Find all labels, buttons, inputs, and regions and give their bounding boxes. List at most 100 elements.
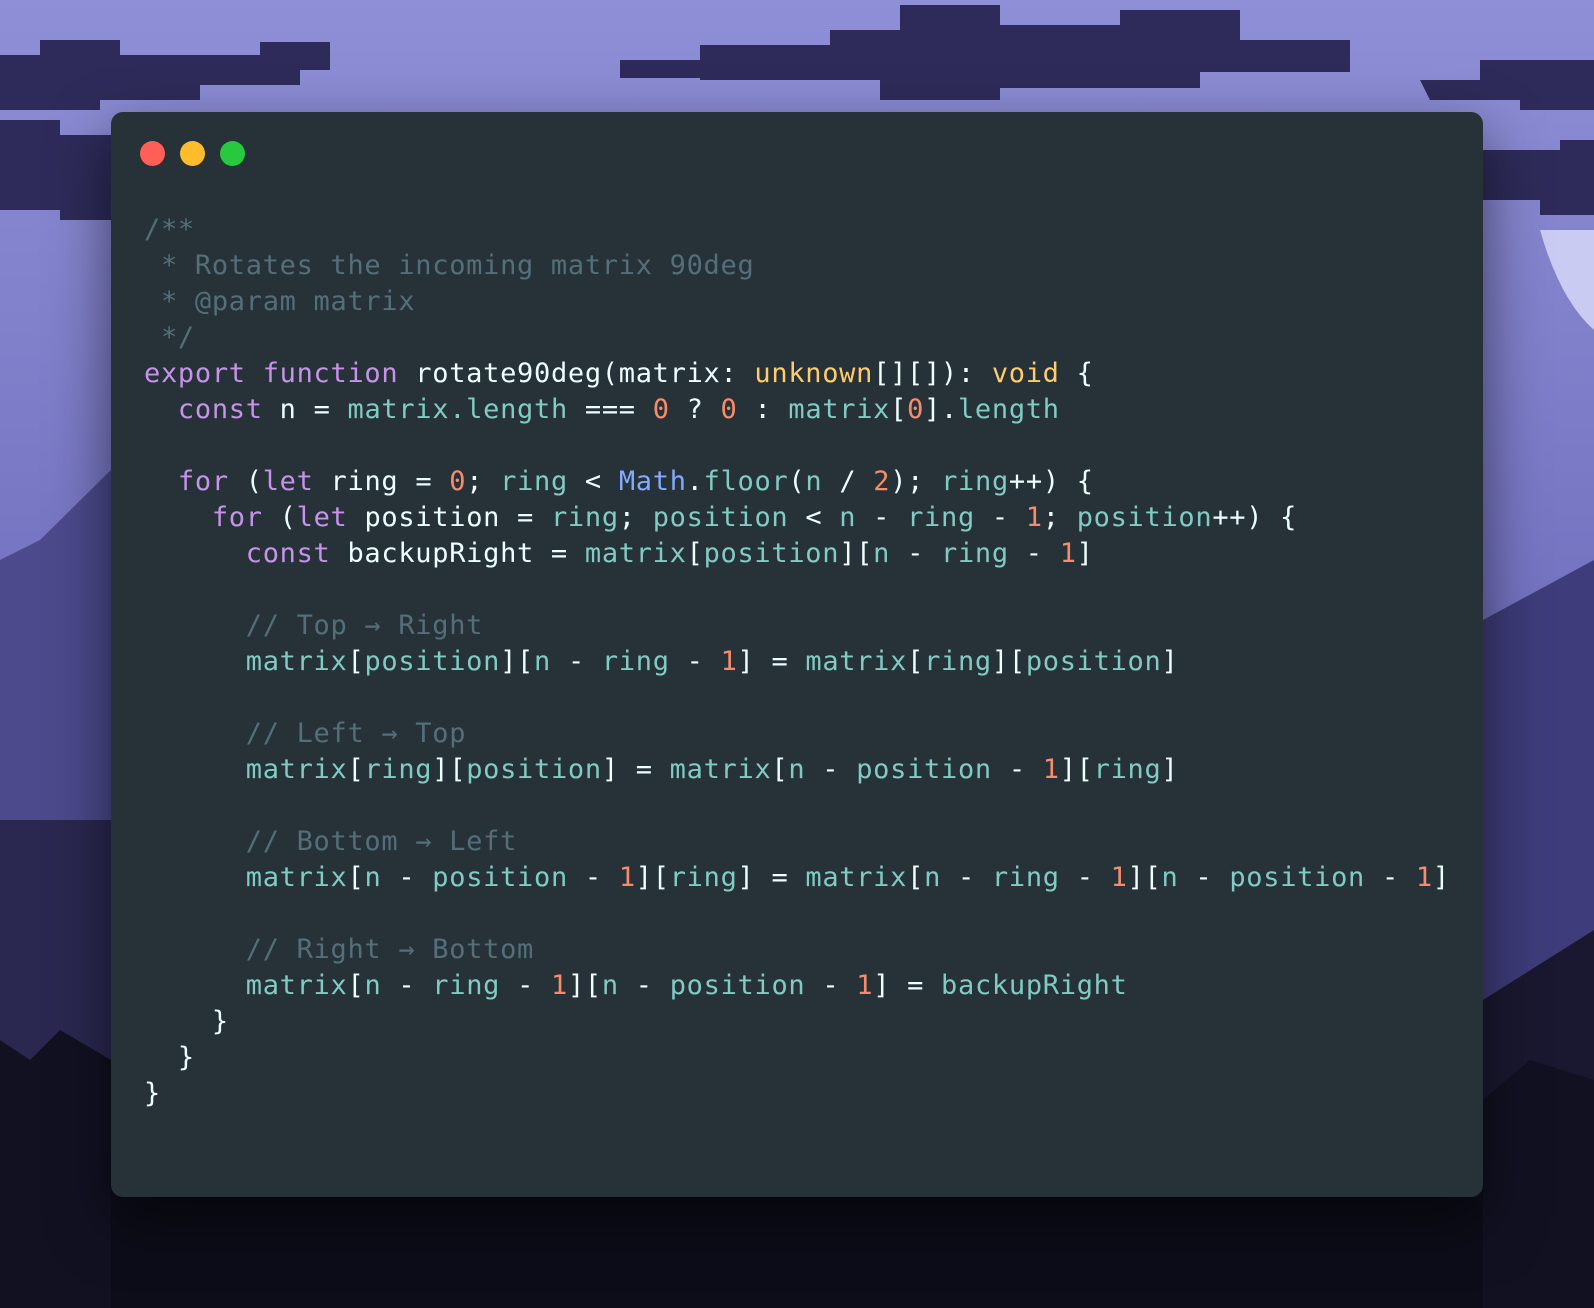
code-token-var: matrix [805,646,908,677]
zoom-button[interactable] [220,141,245,166]
code-token-number: 0 [720,394,738,425]
code-token-plain: ] [1076,538,1094,569]
code-token-var: matrix [245,862,348,893]
code-token-plain: [ [890,394,908,425]
code-token-var: n [873,538,891,569]
code-token-plain: ( [262,502,297,533]
code-token-plain: ++) { [1212,502,1298,533]
code-line: /** [144,212,1450,248]
code-token-var: n [534,646,551,677]
code-token-var: n [601,970,619,1001]
code-token-plain: - [550,646,602,677]
code-token-var: ring [907,502,975,533]
code-line: } [144,1004,1450,1040]
code-token-var: position [1025,646,1162,677]
code-token-plain: [][]): [873,358,992,389]
code-token-number: 1 [720,646,738,677]
code-token-plain: < [788,502,840,533]
code-line: matrix[position][n - ring - 1] = matrix[… [144,644,1450,680]
code-line: // Right → Bottom [144,932,1450,968]
code-token-number: 2 [873,466,891,497]
code-token-var: ring [991,862,1060,893]
code-token-var: ring [924,646,992,677]
code-token-plain: ] = [601,754,670,785]
code-token-plain: - [1178,862,1230,893]
code-token-type: void [991,358,1060,389]
code-token-var: matrix [245,970,348,1001]
code-token-var: matrix [805,862,908,893]
code-line: for (let ring = 0; ring < Math.floor(n /… [144,464,1450,500]
code-token-plain: ][ [1059,754,1094,785]
code-token-plain: n = [262,394,348,425]
code-token-plain: ][ [432,754,467,785]
code-token-number: 1 [1042,754,1060,785]
code-token-plain: position = [347,502,551,533]
code-token-plain: ] [1432,862,1450,893]
code-token-plain: [ [347,754,365,785]
code-token-var: position [652,502,789,533]
code-token-var: ring [601,646,670,677]
minimize-button[interactable] [180,141,205,166]
code-line: matrix[n - ring - 1][n - position - 1] =… [144,968,1450,1004]
code-token-number: 1 [1025,502,1043,533]
code-token-plain: / [822,466,874,497]
code-token-var: ring [432,970,501,1001]
code-line: */ [144,320,1450,356]
code-token-plain: ; [618,502,653,533]
code-token-var: ring [1093,754,1162,785]
code-token-plain: - [618,970,670,1001]
code-token-var: ring [669,862,738,893]
code-token-comment: /** [144,214,195,245]
code-token-plain: [ [347,862,365,893]
code-line: * @param matrix [144,284,1450,320]
code-token-plain: ] = [737,862,806,893]
code-token-plain: ++) { [1008,466,1094,497]
code-token-keyword: let [296,502,348,533]
code-token-var: ring [364,754,433,785]
close-button[interactable] [140,141,165,166]
code-token-plain: ][ [567,970,602,1001]
code-token-plain: ( [228,466,263,497]
code-token-var: ring [500,466,568,497]
code-token-comment: // Right → Bottom [144,934,534,965]
code-block: /** * Rotates the incoming matrix 90deg … [144,212,1450,1112]
code-token-var: position [432,862,568,893]
code-token-plain: } [144,1042,195,1073]
code-token-var: matrix [245,754,348,785]
code-token-comment: * Rotates the incoming matrix 90deg [144,250,755,281]
code-token-plain: ; [1042,502,1077,533]
code-token-keyword: for [177,466,229,497]
code-token-plain: rotate90deg(matrix: [415,358,755,389]
code-token-comment: // Left → Top [144,718,467,749]
code-token-comment: */ [144,322,195,353]
code-token-plain: [ [907,862,925,893]
code-token-var: n [1161,862,1179,893]
code-token-var: n [364,970,382,1001]
code-token-var: matrix.length [347,394,568,425]
code-token-var: matrix [245,646,348,677]
code-token-plain: } [144,1006,229,1037]
code-token-var: ring [550,502,619,533]
code-token-plain: ][ [991,646,1026,677]
code-token-var: matrix [669,754,772,785]
code-token-plain: ]. [924,394,958,425]
code-token-var: position [669,970,806,1001]
code-token-number: 1 [618,862,636,893]
code-token-number: 1 [1415,862,1433,893]
code-token-var: position [364,646,501,677]
code-token-plain: [ [347,970,365,1001]
code-token-plain: ( [788,466,806,497]
code-token-plain: ] = [873,970,942,1001]
code-line: // Bottom → Left [144,824,1450,860]
code-token-var: n [788,754,806,785]
code-token-builtin: Math [618,466,687,497]
